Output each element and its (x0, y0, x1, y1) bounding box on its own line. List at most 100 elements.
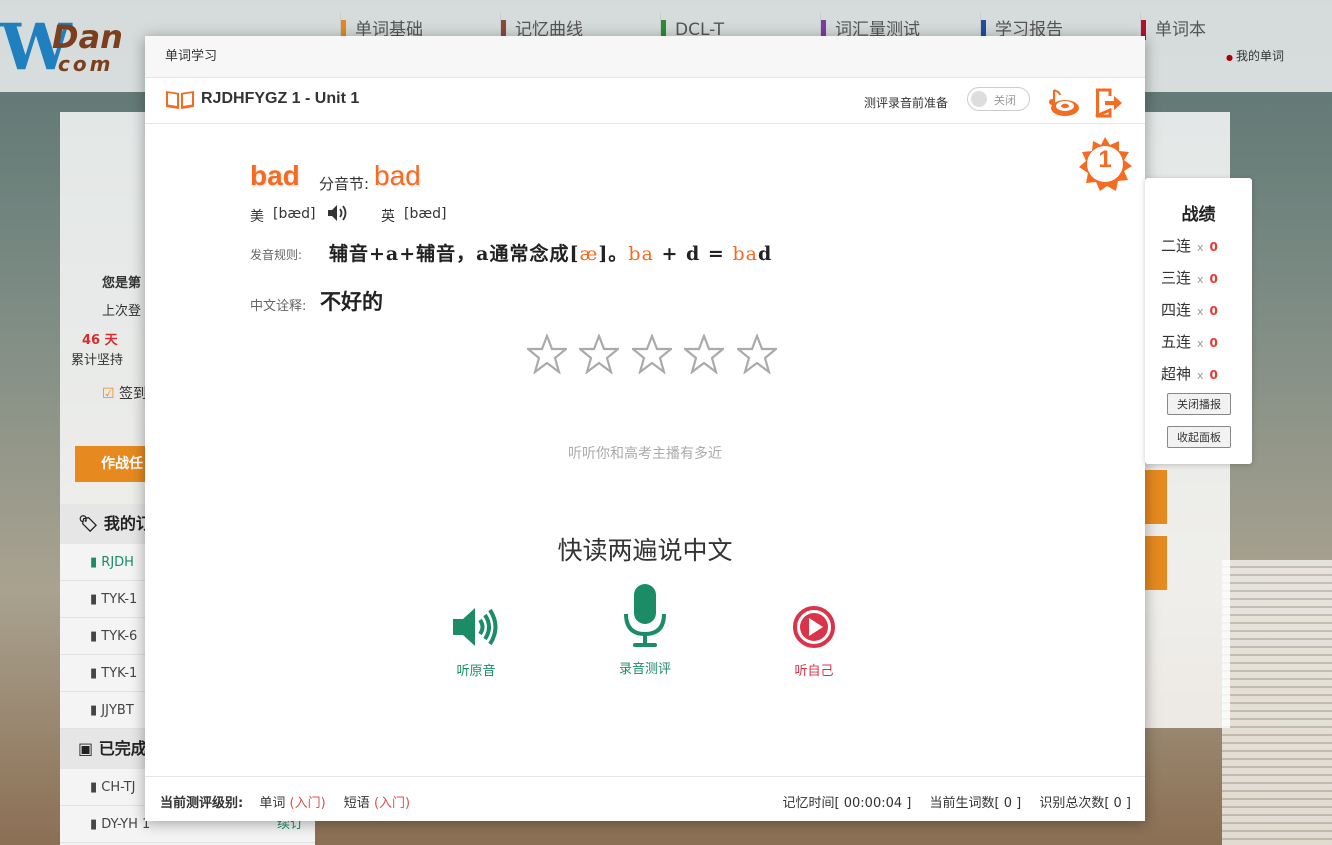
rank-badge: 1 (1077, 136, 1133, 192)
phrase-level-value[interactable]: (入门) (374, 796, 410, 811)
combo-count: 0 (1209, 336, 1218, 350)
book-name: JJYBT (101, 703, 134, 718)
rule-ipa: æ (579, 243, 599, 265)
book-icon: ▮ (90, 629, 102, 644)
rule-plus: + (661, 243, 679, 265)
user-rank-text: 您是第 (102, 276, 142, 291)
combo-count: 0 (1209, 304, 1218, 318)
book-icon: ▮ (90, 817, 102, 832)
background-books (1222, 560, 1332, 845)
exit-icon[interactable] (1092, 86, 1126, 120)
modal-footer: 当前测评级别: 单词 (入门) 短语 (入门) 记忆时间[ 00:00:04 ]… (145, 776, 1145, 821)
signin-label: 签到 (119, 386, 148, 402)
calendar-check-icon: ☑ (102, 386, 115, 402)
book-name: TYK-1 (101, 592, 138, 607)
record-evaluate-label: 录音测评 (618, 662, 671, 677)
book-name: TYK-1 (101, 666, 138, 681)
star-icon (684, 334, 725, 374)
memory-time: 记忆时间[ 00:00:04 ] (782, 796, 912, 811)
book-icon: ▮ (90, 703, 102, 718)
us-phonetic: [bæd] (273, 206, 316, 222)
score-panel-title: 战绩 (1181, 205, 1216, 225)
study-stats: 记忆时间[ 00:00:04 ] 当前生词数[ 0 ] 识别总次数[ 0 ] (769, 792, 1131, 811)
section-finished-label: 已完成 (98, 739, 147, 758)
combo-row: 超神 x 0 (1161, 363, 1218, 384)
rule-equals: = (707, 243, 725, 265)
star-icon (736, 334, 777, 374)
rule-part-ba: ba (628, 243, 654, 265)
syllable-label: 分音节: (319, 175, 370, 193)
combo-row: 五连 x 0 (1161, 331, 1218, 352)
pronunciation-rule: 辅音+a+辅音，a通常念成[æ]。ba + d = bad (329, 239, 772, 266)
rule-prefix: 辅音+a+辅音，a通常念成[ (329, 243, 580, 265)
nav-sub-my-words[interactable]: 我的单词 (1226, 47, 1284, 64)
star-icon (527, 334, 567, 374)
streak-days: 46 天 (82, 333, 118, 348)
rule-part-d: d (685, 243, 701, 265)
signin-button[interactable]: ☑ 签到 (102, 383, 147, 403)
total-recognized: 识别总次数[ 0 ] (1039, 796, 1131, 811)
rating-stars (527, 334, 785, 378)
tags-icon: 🏷 (78, 514, 99, 533)
combo-x: x (1197, 369, 1204, 382)
chinese-meaning-label: 中文诠释: (250, 299, 307, 314)
battle-task-button[interactable]: 作战任 (75, 446, 155, 482)
microphone-icon (624, 584, 666, 647)
combo-x: x (1197, 305, 1204, 318)
music-player-icon[interactable] (1047, 86, 1081, 120)
combo-count: 0 (1209, 368, 1218, 382)
record-evaluate-button[interactable]: 录音测评 (610, 582, 680, 677)
rule-result-d: d (757, 243, 773, 265)
chinese-meaning: 不好的 (320, 290, 383, 314)
book-name: CH-TJ (101, 780, 136, 795)
nav-item-wordbook[interactable]: 单词本 (1140, 12, 1206, 48)
word-level-label: 单词 (259, 796, 286, 811)
volume-icon (453, 608, 498, 646)
speaker-icon[interactable] (327, 204, 349, 222)
listen-self-button[interactable]: 听自己 (779, 604, 849, 679)
recording-prep-toggle[interactable]: 关闭 (967, 87, 1030, 111)
toggle-state-label: 关闭 (994, 94, 1016, 107)
reading-prompt: 快读两遍说中文 (557, 536, 733, 565)
combo-label: 三连 (1161, 269, 1192, 287)
combo-row: 四连 x 0 (1161, 299, 1218, 320)
combo-x: x (1197, 337, 1204, 350)
listen-self-label: 听自己 (794, 664, 834, 679)
combo-label: 超神 (1161, 365, 1192, 383)
modal-toolbar: RJDHFYGZ 1 - Unit 1 测评录音前准备 关闭 (145, 78, 1145, 124)
evaluation-level: 当前测评级别: 单词 (入门) 短语 (入门) (160, 792, 424, 811)
us-label: 美 (250, 209, 264, 225)
modal-header: 单词学习 (145, 36, 1145, 78)
collapse-panel-button[interactable]: 收起面板 (1167, 426, 1231, 448)
book-name: RJDH (101, 555, 134, 570)
combo-label: 四连 (1161, 301, 1192, 319)
streak-label: 累计坚持 (71, 353, 124, 368)
combo-label: 五连 (1161, 333, 1192, 351)
calendar-x-icon: ▣ (78, 739, 94, 758)
level-label: 当前测评级别: (160, 796, 244, 811)
logo-subtext: com (58, 52, 114, 76)
star-icon (631, 334, 672, 374)
book-icon: ▮ (90, 592, 102, 607)
listen-original-label: 听原音 (456, 664, 496, 679)
last-login-text: 上次登 (102, 304, 142, 319)
word-level-value[interactable]: (入门) (290, 796, 326, 811)
close-broadcast-button[interactable]: 关闭播报 (1167, 393, 1231, 415)
score-panel: 战绩 二连 x 0 三连 x 0 四连 x 0 五连 x 0 超神 x 0 关闭播报 收起面板 (1145, 178, 1252, 464)
book-icon: ▮ (90, 666, 102, 681)
new-word-count: 当前生词数[ 0 ] (929, 796, 1022, 811)
combo-row: 三连 x 0 (1161, 267, 1218, 288)
combo-x: x (1197, 273, 1204, 286)
hint-text: 听听你和高考主播有多近 (568, 446, 722, 462)
listen-original-button[interactable]: 听原音 (441, 604, 511, 679)
syllable-value: bad (374, 160, 421, 191)
rank-number: 1 (1098, 146, 1112, 173)
logo-text: Dan (52, 18, 123, 56)
uk-label: 英 (381, 209, 395, 225)
book-icon: ▮ (90, 780, 102, 795)
unit-title: RJDHFYGZ 1 - Unit 1 (201, 90, 360, 107)
rule-mid: ]。 (598, 243, 629, 265)
word-title: bad (250, 160, 300, 191)
phrase-level-label: 短语 (343, 796, 370, 811)
toggle-knob (971, 91, 987, 107)
